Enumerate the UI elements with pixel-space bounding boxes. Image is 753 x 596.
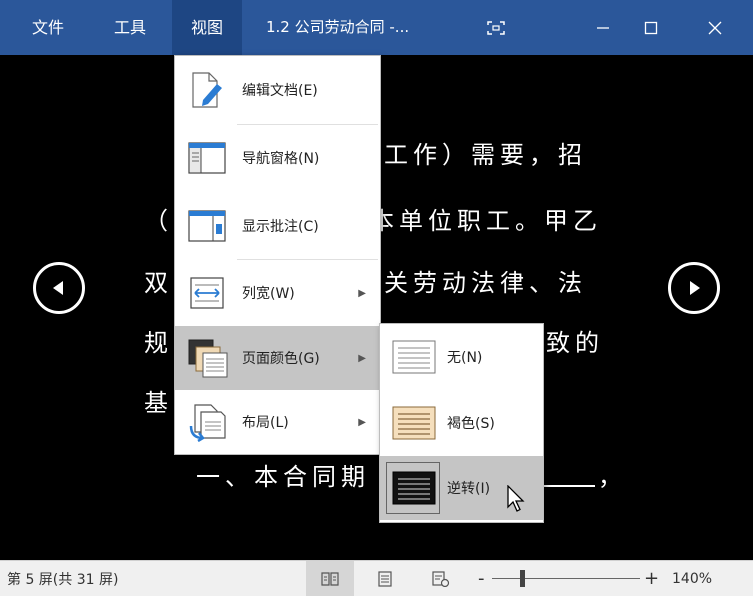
menu-item-shortcut: (L)	[270, 415, 289, 431]
zoom-slider[interactable]	[492, 561, 640, 596]
maximize-button[interactable]	[626, 0, 676, 55]
document-text-line: （	[144, 207, 173, 235]
triangle-right-icon	[690, 281, 700, 295]
menu-item-label: 导航窗格	[242, 151, 298, 167]
menu-item-shortcut: (G)	[298, 351, 320, 367]
menu-separator	[237, 259, 378, 260]
submenu-item-none[interactable]: 无(N)	[380, 326, 543, 388]
web-layout-icon	[432, 570, 450, 587]
submenu-arrow-icon: ▶	[358, 416, 366, 428]
document-text-line: 一、本合同期	[196, 463, 370, 491]
menu-item-label: 褐色	[447, 416, 475, 432]
maximize-icon	[644, 21, 658, 34]
close-icon	[708, 21, 722, 34]
zoom-slider-thumb[interactable]	[520, 570, 525, 587]
read-mode-icon	[321, 571, 339, 586]
submenu-item-sepia[interactable]: 褐色(S)	[380, 392, 543, 454]
menu-item-shortcut: (E)	[298, 83, 318, 99]
web-layout-button[interactable]	[426, 561, 456, 596]
menu-item-label: 页面颜色	[242, 351, 298, 367]
menu-item-label: 列宽	[242, 286, 270, 302]
zoom-in-button[interactable]: +	[644, 561, 659, 596]
document-text-line: 致的	[546, 329, 604, 357]
focus-mode-button[interactable]	[471, 0, 521, 55]
document-text-line: 关劳动法律、法	[384, 269, 587, 297]
menu-item-label: 编辑文档	[242, 83, 298, 99]
document-text-line: 本单位职工。甲乙	[370, 207, 602, 235]
minimize-icon	[597, 26, 609, 29]
menu-item-label: 布局	[242, 415, 270, 431]
read-mode-button[interactable]	[306, 561, 354, 596]
document-text-line: 双	[144, 269, 173, 297]
show-comments-icon	[188, 210, 226, 242]
menu-item-shortcut: (N)	[298, 151, 320, 167]
menu-item-shortcut: (N)	[461, 350, 483, 366]
page-color-none-icon	[392, 340, 436, 374]
zoom-level[interactable]: 140%	[672, 561, 712, 596]
page-color-icon	[188, 339, 228, 378]
submenu-arrow-icon: ▶	[358, 287, 366, 299]
focus-mode-icon	[487, 20, 505, 35]
triangle-left-icon	[53, 281, 63, 295]
column-width-icon	[190, 277, 224, 309]
menu-item-label: 逆转	[447, 481, 475, 497]
menu-item-layout[interactable]: 布局(L) ▶	[175, 390, 380, 454]
menu-item-column-width[interactable]: 列宽(W) ▶	[175, 261, 380, 325]
blank-underline	[543, 485, 595, 487]
previous-page-button[interactable]	[33, 262, 85, 314]
mouse-cursor-icon	[507, 485, 525, 512]
submenu-arrow-icon: ▶	[358, 352, 366, 364]
menu-item-label: 显示批注	[242, 219, 298, 235]
menu-item-shortcut: (W)	[270, 286, 295, 302]
document-title: 1.2 公司劳动合同 -...	[266, 18, 410, 36]
status-bar: 第 5 屏(共 31 屏) - + 140%	[0, 560, 753, 596]
menu-view[interactable]: 视图	[172, 0, 242, 55]
menu-tools[interactable]: 工具	[102, 0, 158, 55]
next-page-button[interactable]	[668, 262, 720, 314]
page-color-inverse-icon	[392, 471, 436, 505]
menu-item-label: 无	[447, 350, 461, 366]
document-text-line: 规	[144, 329, 173, 357]
page-indicator: 第 5 屏(共 31 屏)	[7, 571, 119, 588]
menu-item-shortcut: (C)	[298, 219, 319, 235]
print-layout-button[interactable]	[370, 561, 400, 596]
menu-item-navigation-pane[interactable]: 导航窗格(N)	[175, 126, 380, 190]
menu-bar: 文件 工具 视图 1.2 公司劳动合同 -...	[0, 0, 753, 55]
page-color-sepia-icon	[392, 406, 436, 440]
document-text-line: 工作）需要，招	[384, 141, 587, 169]
menu-item-show-comments[interactable]: 显示批注(C)	[175, 194, 380, 258]
menu-separator	[237, 124, 378, 125]
edit-document-icon	[192, 72, 222, 108]
print-layout-icon	[378, 570, 392, 587]
menu-item-edit-document[interactable]: 编辑文档(E)	[175, 58, 380, 122]
zoom-slider-track	[492, 578, 640, 579]
view-menu: 编辑文档(E) 导航窗格(N) 显示批注(C) 列宽(W) ▶ 页面颜色(G) …	[174, 55, 381, 455]
close-button[interactable]	[690, 0, 740, 55]
menu-file[interactable]: 文件	[22, 0, 74, 55]
menu-item-shortcut: (I)	[475, 481, 491, 497]
document-text-line: ，	[598, 463, 627, 491]
menu-item-page-color[interactable]: 页面颜色(G) ▶	[175, 326, 380, 390]
menu-item-shortcut: (S)	[475, 416, 495, 432]
navigation-pane-icon	[188, 142, 226, 174]
layout-icon	[189, 404, 226, 442]
minimize-button[interactable]	[578, 0, 628, 55]
document-text-line: 基	[144, 389, 173, 417]
zoom-out-button[interactable]: -	[478, 561, 485, 596]
